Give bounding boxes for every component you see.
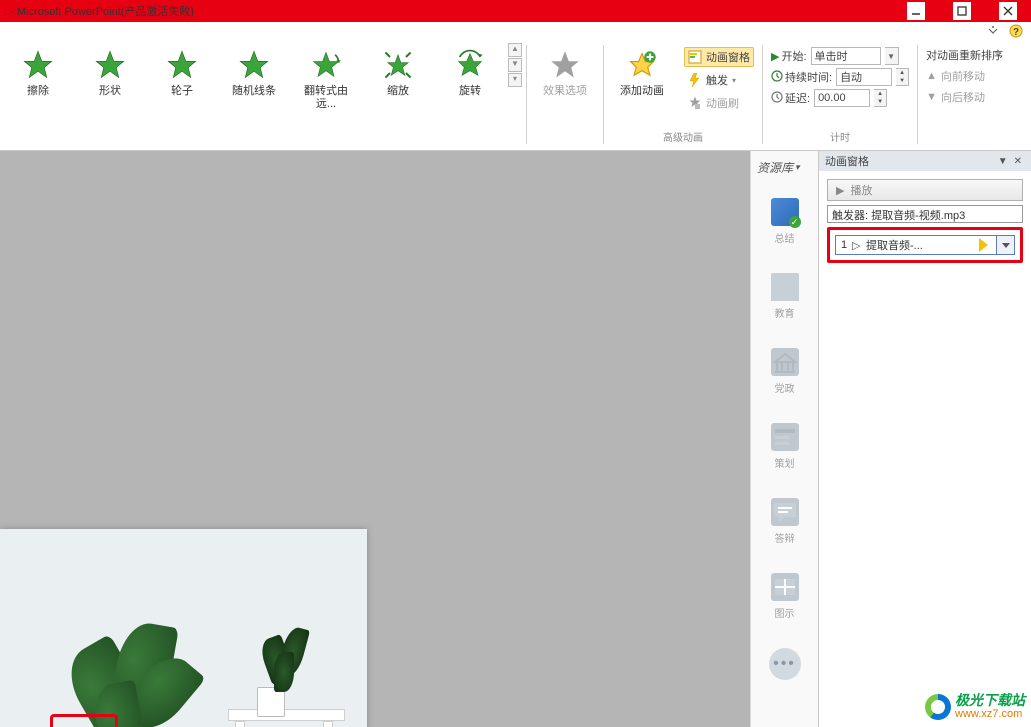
play-animations-button[interactable]: ▶ 播放 <box>827 179 1023 201</box>
star-zoom-icon <box>382 49 414 81</box>
titlebar: ; - Microsoft PowerPoint(产品激活失败) <box>0 0 1031 22</box>
res-item-diagram[interactable]: 图示 <box>751 559 818 634</box>
star-rotate-icon <box>310 49 342 81</box>
star-icon <box>22 49 54 81</box>
window-controls <box>907 2 1027 20</box>
animation-list-item[interactable]: 1 ▷ 提取音频-... <box>835 235 1015 255</box>
anim-zoom[interactable]: 缩放 <box>362 43 434 98</box>
star-icon <box>94 49 126 81</box>
grid-icon <box>771 573 799 601</box>
trigger-button[interactable]: 触发 ▾ <box>684 70 754 90</box>
timeline-bar <box>970 237 996 253</box>
maximize-button[interactable] <box>953 2 971 20</box>
anim-wipe[interactable]: 擦除 <box>2 43 74 98</box>
delay-spinner[interactable]: ▲▼ <box>874 89 887 107</box>
animation-pane-title: 动画窗格 ▼ ✕ <box>819 151 1031 171</box>
pane-icon <box>688 50 702 64</box>
minimize-button[interactable] <box>907 2 925 20</box>
res-item-summary[interactable]: ✓总结 <box>751 184 818 259</box>
res-item-planning[interactable]: 策划 <box>751 409 818 484</box>
star-icon <box>549 49 581 81</box>
anim-random-bars[interactable]: 随机线条 <box>218 43 290 98</box>
watermark-url: www.xz7.com <box>955 707 1022 721</box>
annotation-highlight-pane: 1 ▷ 提取音频-... <box>827 227 1023 263</box>
animation-painter-button: 动画刷 <box>684 93 754 113</box>
item-dropdown-icon[interactable] <box>996 236 1014 254</box>
res-item-party[interactable]: 党政 <box>751 334 818 409</box>
anim-wheel[interactable]: 轮子 <box>146 43 218 98</box>
star-spin-icon <box>454 49 486 81</box>
pane-dropdown-icon[interactable]: ▼ <box>995 156 1011 167</box>
delay-input[interactable]: 00.00 <box>814 89 870 107</box>
watermark: 极光下载站 www.xz7.com <box>925 693 1025 721</box>
delay-label: 延迟: <box>785 90 810 106</box>
lightning-icon <box>688 73 702 87</box>
window-title: ; - Microsoft PowerPoint(产品激活失败) <box>4 3 194 19</box>
res-item-more[interactable]: ••• <box>751 634 818 694</box>
book-icon <box>771 273 799 301</box>
play-triangle-icon: ▶ <box>771 50 779 63</box>
play-triangle-icon: ▶ <box>836 184 844 197</box>
duration-spinner[interactable]: ▲▼ <box>896 68 909 86</box>
res-item-education[interactable]: 教育 <box>751 259 818 334</box>
star-icon <box>238 49 270 81</box>
help-icon[interactable]: ? <box>1009 24 1023 38</box>
up-triangle-icon: ▲ <box>926 70 937 82</box>
annotation-highlight <box>50 714 118 727</box>
pane-close-icon[interactable]: ✕ <box>1011 156 1025 167</box>
watermark-name: 极光下载站 <box>955 693 1025 707</box>
list-icon <box>771 423 799 451</box>
trigger-header[interactable]: 触发器: 提取音频-视频.mp3 <box>827 205 1023 223</box>
group-label-advanced: 高级动画 <box>663 127 703 148</box>
ribbon-options-icon[interactable] <box>987 24 1001 38</box>
ribbon: 擦除 形状 轮子 随机线条 翻转式由远... 缩放 <box>0 39 1031 151</box>
animation-pane: 动画窗格 ▼ ✕ ▶ 播放 触发器: 提取音频-视频.mp3 1 ▷ 提取音频-… <box>818 151 1031 727</box>
building-icon <box>771 348 799 376</box>
watermark-logo-icon <box>925 694 951 720</box>
slide-image <box>0 529 367 727</box>
close-button[interactable] <box>999 2 1017 20</box>
animation-pane-button[interactable]: 动画窗格 <box>684 47 754 67</box>
play-triangle-icon: ▷ <box>852 239 866 252</box>
move-earlier-button: ▲向前移动 <box>926 68 1012 84</box>
main-area: 资源库▾ ✓总结 教育 党政 策划 答辩 图示 ••• 动画窗格 ▼ ✕ ▶ 播… <box>0 151 1031 727</box>
animation-gallery[interactable]: 擦除 形状 轮子 随机线条 翻转式由远... 缩放 <box>2 43 524 148</box>
duration-label: 持续时间: <box>785 69 832 85</box>
brush-star-icon <box>688 96 702 110</box>
star-icon <box>166 49 198 81</box>
res-item-defense[interactable]: 答辩 <box>751 484 818 559</box>
anim-spin[interactable]: 旋转 <box>434 43 506 98</box>
move-later-button: ▼向后移动 <box>926 89 1012 105</box>
star-plus-icon <box>626 49 658 81</box>
group-label-timing: 计时 <box>830 127 850 148</box>
anim-grow-turn[interactable]: 翻转式由远... <box>290 43 362 111</box>
resource-library-panel: 资源库▾ ✓总结 教育 党政 策划 答辩 图示 ••• <box>750 151 818 727</box>
reorder-header: 对动画重新排序 <box>926 47 1012 63</box>
slide-canvas[interactable] <box>0 151 750 727</box>
start-dropdown[interactable]: 单击时 <box>811 47 881 65</box>
clock-icon <box>771 70 783 85</box>
duration-input[interactable]: 自动 <box>836 68 892 86</box>
down-triangle-icon: ▼ <box>926 91 937 103</box>
more-icon: ••• <box>769 648 801 680</box>
svg-text:?: ? <box>1013 27 1019 38</box>
chat-icon <box>771 498 799 526</box>
start-label: 开始: <box>781 48 806 64</box>
delay-clock-icon <box>771 91 783 106</box>
resource-library-title[interactable]: 资源库▾ <box>751 151 818 184</box>
summary-icon: ✓ <box>771 198 799 226</box>
anim-shape[interactable]: 形状 <box>74 43 146 98</box>
effect-options-button: 效果选项 <box>529 43 601 98</box>
slide[interactable] <box>0 529 367 727</box>
quickaccess-bar: ? <box>0 22 1031 39</box>
chevron-down-icon[interactable]: ▼ <box>885 47 899 65</box>
add-animation-button[interactable]: 添加动画 <box>606 43 678 98</box>
gallery-scroll[interactable]: ▲ ▼ ▾ <box>506 43 524 87</box>
